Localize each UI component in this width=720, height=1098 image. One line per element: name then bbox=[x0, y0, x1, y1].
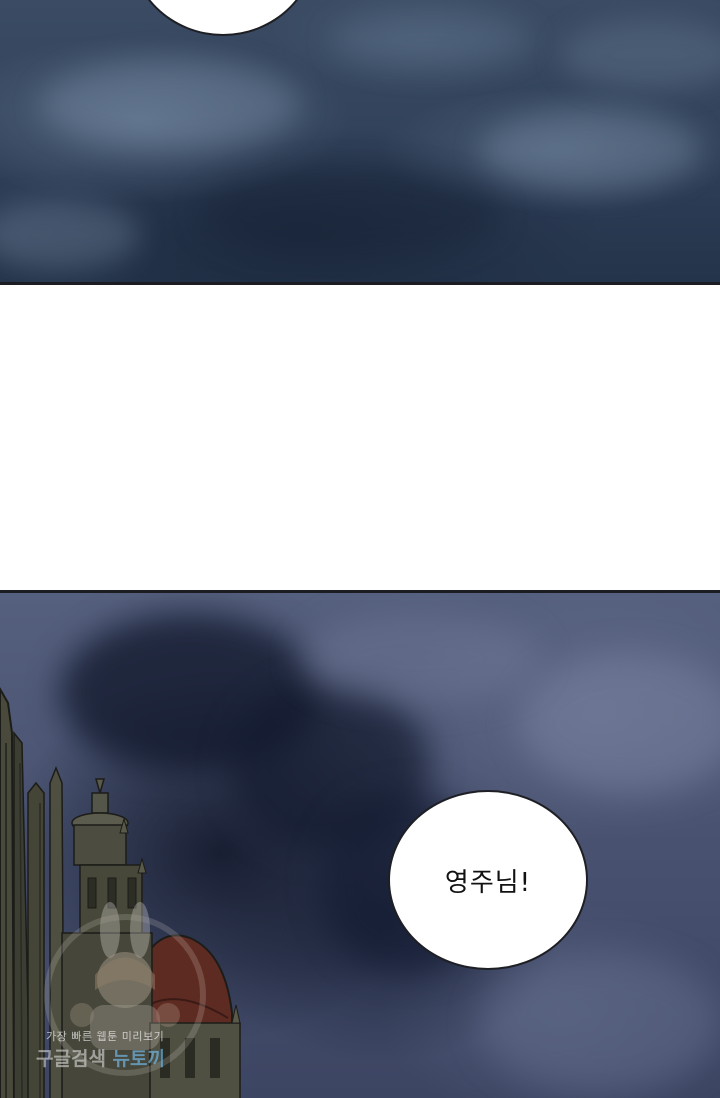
night-sky-panel bbox=[0, 0, 720, 285]
speech-bubble: 영주님! bbox=[388, 790, 588, 970]
watermark-search-label: 구글검색 bbox=[36, 1048, 106, 1070]
webtoon-page: 영주님! 가장 빠른 웹툰 미리보기 구글검색 뉴토끼 bbox=[0, 0, 720, 1098]
watermark-site-name: 뉴토끼 bbox=[112, 1048, 165, 1070]
watermark-search-text: 구글검색 뉴토끼 bbox=[36, 1044, 165, 1071]
speech-bubble-text: 영주님! bbox=[444, 867, 532, 898]
watermark-tagline: 가장 빠른 웹툰 미리보기 bbox=[46, 1030, 165, 1043]
